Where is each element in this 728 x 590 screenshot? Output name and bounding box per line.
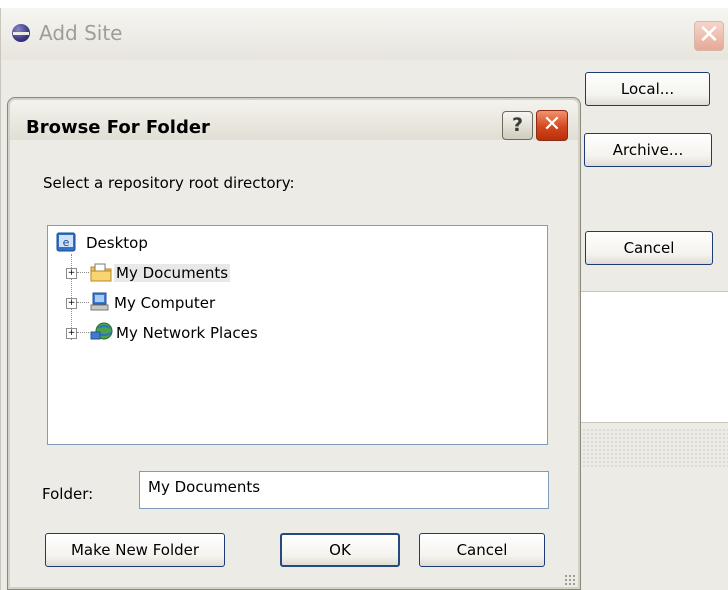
local-button[interactable]: Local... xyxy=(585,72,710,106)
tree-label-my-documents: My Documents xyxy=(114,264,231,282)
my-computer-icon xyxy=(90,292,110,312)
ok-button[interactable]: OK xyxy=(280,533,400,567)
expand-my-network-places-button[interactable]: + xyxy=(66,328,77,339)
tree-connector xyxy=(77,302,89,303)
browse-dialog-close-button[interactable]: ✕ xyxy=(536,110,568,141)
add-site-content-area xyxy=(578,291,728,423)
expand-my-documents-button[interactable]: + xyxy=(66,268,77,279)
browse-cancel-button[interactable]: Cancel xyxy=(419,533,545,567)
tree-node-my-documents[interactable]: + My Documents xyxy=(66,262,326,286)
add-site-dotted-region xyxy=(578,428,728,468)
expand-my-computer-button[interactable]: + xyxy=(66,298,77,309)
network-places-icon xyxy=(90,322,113,342)
prompt-text: Select a repository root directory: xyxy=(43,174,295,192)
eclipse-app-icon xyxy=(12,24,30,42)
desktop-icon: e xyxy=(56,232,76,252)
add-site-close-button[interactable]: ✕ xyxy=(694,21,724,51)
browse-for-folder-dialog: Browse For Folder ? ✕ Select a repositor… xyxy=(7,97,581,590)
folder-name-input[interactable]: My Documents xyxy=(139,471,549,509)
folder-tree[interactable]: e Desktop + My Documents + My Computer +… xyxy=(47,225,548,445)
add-site-cancel-button[interactable]: Cancel xyxy=(585,231,713,265)
help-button[interactable]: ? xyxy=(502,111,533,140)
add-site-title: Add Site xyxy=(39,21,123,45)
tree-label-desktop: Desktop xyxy=(86,234,148,252)
tree-node-desktop[interactable]: e Desktop xyxy=(56,232,256,256)
tree-node-my-computer[interactable]: + My Computer xyxy=(66,292,326,316)
resize-grip-icon[interactable] xyxy=(564,574,576,586)
add-site-titlebar[interactable]: Add Site ✕ xyxy=(1,8,728,60)
my-documents-folder-icon xyxy=(90,262,112,282)
archive-button[interactable]: Archive... xyxy=(584,133,712,167)
tree-connector xyxy=(77,332,89,333)
make-new-folder-button[interactable]: Make New Folder xyxy=(45,533,225,567)
tree-connector xyxy=(77,272,89,273)
tree-node-my-network-places[interactable]: + My Network Places xyxy=(66,322,346,346)
svg-text:e: e xyxy=(63,236,70,249)
browse-dialog-title: Browse For Folder xyxy=(26,117,210,138)
tree-label-my-network-places: My Network Places xyxy=(116,324,258,342)
folder-label: Folder: xyxy=(42,485,94,503)
browse-dialog-titlebar[interactable]: Browse For Folder ? ✕ xyxy=(10,100,578,141)
tree-label-my-computer: My Computer xyxy=(114,294,216,312)
